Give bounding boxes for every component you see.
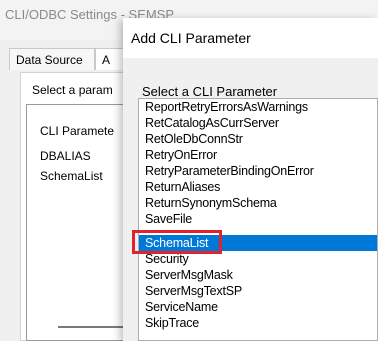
- tab-data-source[interactable]: Data Source: [9, 48, 95, 70]
- parameter-listbox[interactable]: ReportRetryErrorsAsWarnings RetCatalogAs…: [138, 98, 378, 341]
- param-item-returnaliases[interactable]: ReturnAliases: [139, 179, 377, 195]
- dialog-titlebar: Add CLI Parameter: [123, 18, 378, 58]
- param-item-retcatalogascurrserver[interactable]: RetCatalogAsCurrServer: [139, 115, 377, 131]
- param-item-retoledbconnstr[interactable]: RetOleDbConnStr: [139, 131, 377, 147]
- cli-parameter-list[interactable]: [26, 104, 136, 341]
- selection-highlight-box: [132, 230, 222, 254]
- param-item-retryonerror[interactable]: RetryOnError: [139, 147, 377, 163]
- param-item-returnsynonymschema[interactable]: ReturnSynonymSchema: [139, 195, 377, 211]
- param-item-servermsgtextsp[interactable]: ServerMsgTextSP: [139, 283, 377, 299]
- param-item-reportretryerrorsaswarnings[interactable]: ReportRetryErrorsAsWarnings: [139, 99, 377, 115]
- param-item-servermsgmask[interactable]: ServerMsgMask: [139, 267, 377, 283]
- list-item-dbalias[interactable]: DBALIAS: [40, 149, 91, 163]
- select-cli-parameter-label: Select a CLI Parameter: [142, 84, 278, 99]
- param-item-retryparameterbindingonerror[interactable]: RetryParameterBindingOnError: [139, 163, 377, 179]
- dialog-title: Add CLI Parameter: [131, 30, 251, 46]
- param-item-servicename[interactable]: ServiceName: [139, 299, 377, 315]
- cli-parameter-column-header[interactable]: CLI Paramete: [40, 124, 114, 138]
- select-param-label: Select a param: [32, 83, 113, 97]
- add-cli-parameter-dialog: Add CLI Parameter Select a CLI Parameter…: [123, 18, 378, 341]
- list-item-schemalist[interactable]: SchemaList: [40, 169, 103, 183]
- param-item-skiptrace[interactable]: SkipTrace: [139, 315, 377, 331]
